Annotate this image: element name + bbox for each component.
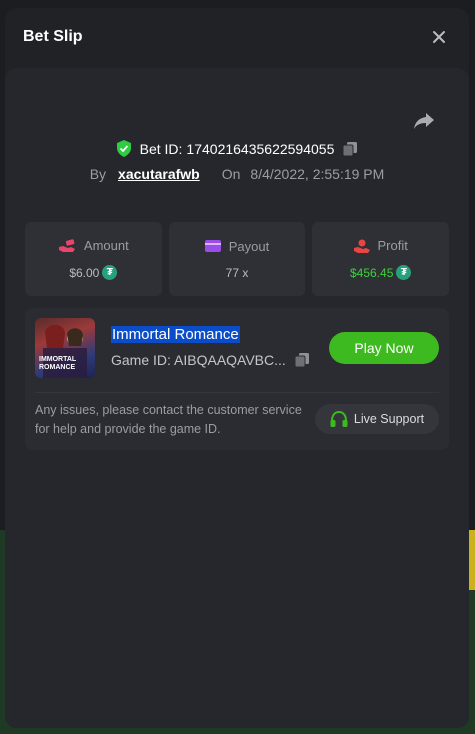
bet-date: 8/4/2022, 2:55:19 PM [250,166,385,182]
game-id-text: Game ID: AIBQAAQAVBC... [111,352,286,368]
live-support-button[interactable]: Live Support [315,404,439,434]
game-id-row: Game ID: AIBQAAQAVBC... [111,352,310,368]
stat-amount-label: Amount [83,238,129,253]
stat-profit-value: $456.45 [349,265,394,280]
share-icon [414,113,434,129]
close-icon [433,31,445,43]
modal-title: Bet Slip [23,28,83,45]
bet-slip-modal: Bet Slip Bet ID: 1740216435622594055 By … [5,8,469,728]
money-hand-icon [58,238,75,252]
stat-amount: Amount $6.00 ₮ [25,222,162,296]
play-now-button[interactable]: Play Now [329,332,439,364]
live-support-label: Live Support [353,412,425,426]
game-thumbnail-text: IMMORTAL ROMANCE [39,356,77,371]
modal-header: Bet Slip [5,8,469,66]
stat-payout-label: Payout [228,238,270,254]
username-link[interactable]: xacutarafwb [118,166,200,182]
copy-icon [294,353,309,368]
on-label: On [221,166,241,182]
bet-id-label: Bet ID: [139,140,183,157]
verified-shield-icon [116,140,131,157]
game-name: Immortal Romance [111,326,240,343]
divider [35,392,439,393]
game-thumbnail[interactable]: IMMORTAL ROMANCE [35,318,95,378]
headset-icon [330,410,348,427]
bet-stats: Amount $6.00 ₮ Payout 77 x Profit $456.4… [25,222,450,296]
usdt-coin-icon: ₮ [396,265,412,280]
profit-hand-icon [353,239,370,253]
usdt-coin-icon: ₮ [102,265,118,280]
stat-payout: Payout 77 x [168,222,306,296]
close-button[interactable] [427,25,451,49]
stat-amount-value: $6.00 [69,265,100,280]
by-label: By [89,166,107,182]
card-icon [204,240,221,252]
stat-profit: Profit $456.45 ₮ [312,222,450,296]
bettor-row: By xacutarafwb On 8/4/2022, 2:55:19 PM [5,166,469,182]
copy-icon [342,141,358,156]
bet-id-value: 1740216435622594055 [186,140,335,157]
copy-game-id-button[interactable] [294,352,310,368]
stat-profit-label: Profit [377,238,408,253]
share-button[interactable] [411,110,437,132]
game-card: IMMORTAL ROMANCE Immortal Romance Game I… [25,308,449,450]
bet-id-row: Bet ID: 1740216435622594055 [5,140,469,157]
bet-details-panel: Bet ID: 1740216435622594055 By xacutaraf… [5,68,469,728]
help-text: Any issues, please contact the customer … [35,403,302,436]
copy-bet-id-button[interactable] [342,141,358,157]
stat-payout-value: 77 x [225,265,249,280]
